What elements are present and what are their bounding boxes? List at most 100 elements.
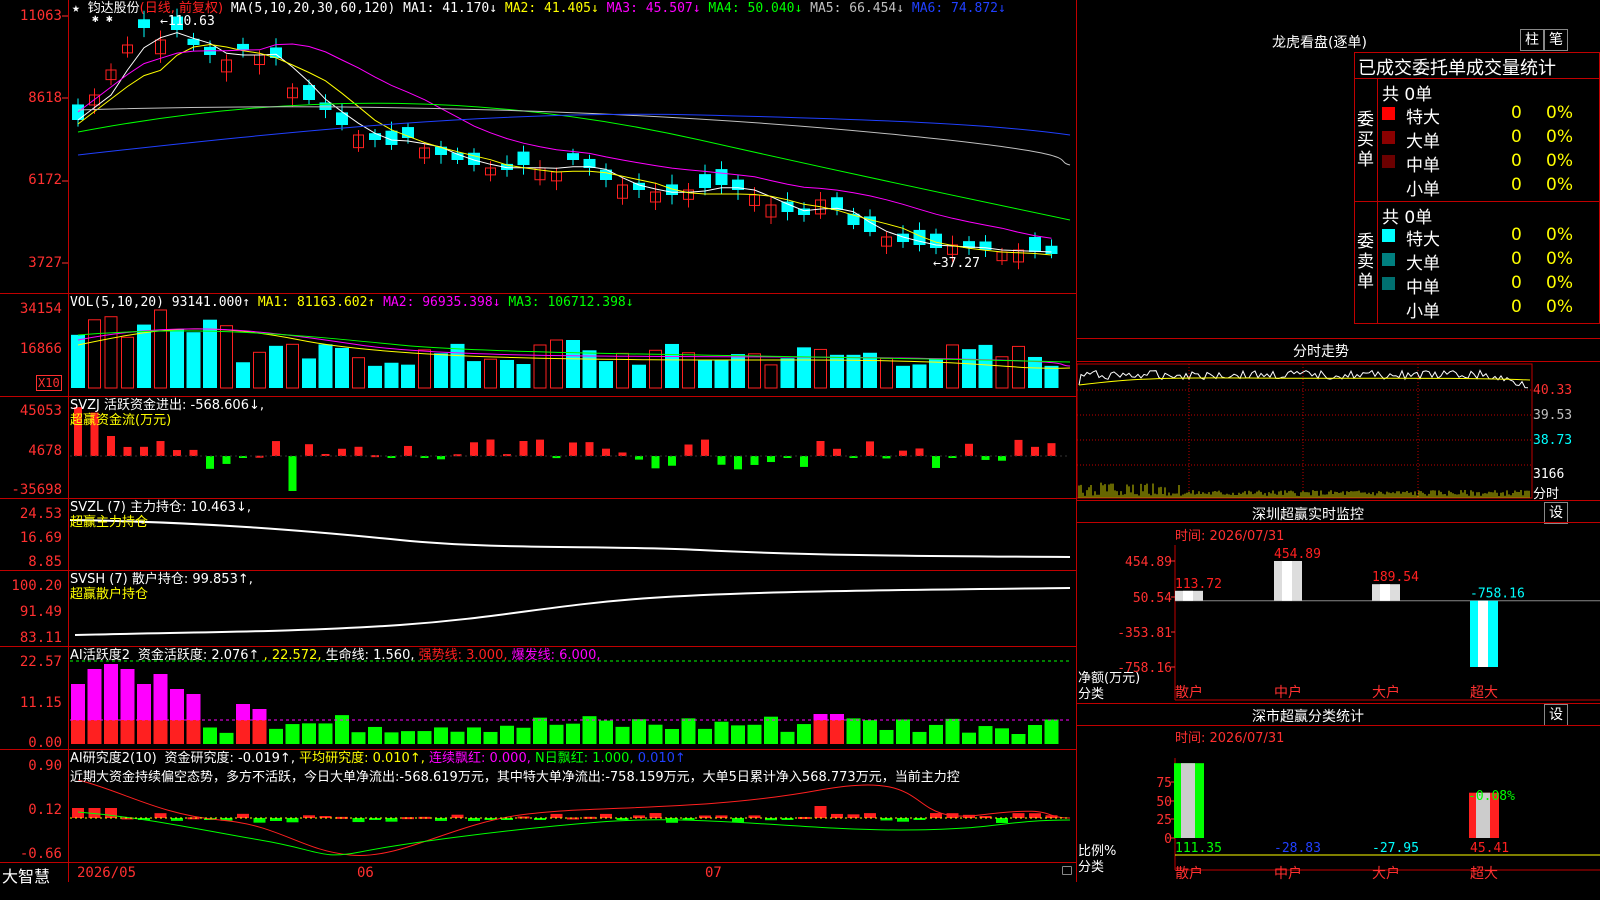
research-bar: [1029, 813, 1041, 818]
flow-bar: [288, 456, 297, 491]
lhb-row-pct: 0%: [1546, 151, 1573, 171]
activity-bar: [269, 728, 283, 744]
sz-class-date: 时间: 2026/07/31: [1175, 731, 1285, 746]
sz-class-category: 中户: [1274, 865, 1302, 882]
vol-bar-down: [978, 344, 993, 388]
sz-monitor-bar: [1372, 584, 1400, 601]
candle-down: [699, 174, 711, 188]
activity-bar-red: [153, 720, 168, 744]
flow-bar: [866, 441, 874, 456]
lhb-color-swatch: [1382, 179, 1395, 192]
activity-bar: [731, 725, 745, 744]
sz-monitor-category: 大户: [1372, 684, 1400, 701]
activity-bar: [1044, 719, 1059, 744]
activity-bar: [203, 727, 217, 744]
sz-monitor-bar-shine: [1183, 590, 1193, 601]
sz-class-top-label: -0.08%: [1468, 789, 1515, 804]
lhb-row-label: 中单: [1406, 156, 1440, 176]
brand-label[interactable]: 大智慧: [2, 863, 50, 887]
sz-class-settings-button[interactable]: 设: [1544, 704, 1568, 726]
lhb-header: 已成交委托单成交量统计: [1358, 58, 1556, 79]
fenshi-price-label: 39.53: [1533, 408, 1573, 423]
flow-bar: [486, 439, 495, 456]
activity-bar-red: [186, 720, 201, 744]
activity-bar-red: [830, 720, 844, 744]
research-bar: [385, 818, 398, 822]
flow-bar: [668, 456, 676, 466]
lhb-tick-toggle[interactable]: 笔: [1544, 29, 1568, 51]
svsh-pane-title: SVSH (7) 散户持仓: 99.853↑, 超赢散户持仓: [70, 572, 253, 602]
sz-monitor-bar-shine: [1380, 584, 1390, 601]
vol-bar-up: [418, 349, 431, 389]
ma-values: MA1: 41.170↓ MA2: 41.405↓ MA3: 45.507↓ M…: [403, 1, 1006, 16]
vol-bar-up: [253, 351, 266, 389]
vol-bar-down: [714, 359, 729, 388]
vol-bar-up: [550, 339, 563, 389]
research-bar: [847, 814, 860, 818]
flow-bar: [470, 442, 478, 456]
flow-bar: [767, 456, 775, 463]
y-label: 3727: [28, 255, 62, 271]
flow-bar: [833, 448, 841, 456]
candle-down: [303, 85, 315, 100]
sz-monitor-bar: [1470, 600, 1498, 667]
sz-class-bar-shine: [1476, 792, 1490, 838]
activity-bar: [417, 731, 432, 744]
activity-bar: [335, 715, 349, 744]
lhb-row-pct: 0%: [1546, 249, 1573, 269]
sz-class-value-label: -28.83: [1274, 841, 1321, 856]
kline-chart[interactable]: ✱ ✱: [0, 0, 1077, 882]
flow-bar: [107, 436, 115, 456]
flow-bar: [965, 443, 973, 456]
flow-bar: [602, 448, 610, 456]
research-bar: [814, 806, 827, 818]
sz-monitor-value-label: 454.89: [1274, 547, 1321, 562]
flow-bar: [981, 456, 990, 460]
vol-bar-up: [121, 336, 134, 389]
y-label: 6172: [28, 172, 62, 188]
y-label: 16866: [19, 341, 62, 357]
research-bar: [798, 816, 810, 819]
y-label: 100.20: [11, 578, 62, 594]
lhb-row-vol: 0: [1511, 273, 1522, 293]
favorite-star-icon[interactable]: ★: [72, 1, 80, 16]
flow-bar: [569, 442, 577, 456]
vol-bar-up: [764, 364, 778, 389]
research-bar: [897, 818, 909, 822]
vol-bar-down: [137, 324, 151, 388]
research-bar: [633, 815, 645, 818]
flow-bar: [701, 439, 709, 456]
activity-bar: [500, 725, 514, 744]
activity-bar-red: [813, 720, 828, 744]
vol-bar-down: [170, 329, 184, 388]
flow-bar: [1047, 443, 1056, 456]
activity-bar: [879, 729, 894, 744]
y-label: 11063: [19, 8, 62, 24]
flow-bar: [899, 450, 907, 456]
ma-value-2: MA2: 41.405↓: [504, 1, 607, 16]
lhb-bar-toggle[interactable]: 柱: [1520, 29, 1544, 51]
vol-bar-up: [220, 325, 233, 389]
sz-class-title: 深市超赢分类统计: [1252, 709, 1364, 725]
sz-monitor-value-label: 113.72: [1175, 577, 1222, 592]
sz-class-value-label: 45.41: [1470, 841, 1509, 856]
activity-bar: [384, 732, 399, 744]
lhb-color-swatch: [1382, 253, 1395, 266]
activity-bar: [615, 726, 630, 744]
lock-icon[interactable]: [1062, 866, 1072, 875]
flow-bar: [684, 444, 693, 456]
high-note: ←110.63: [160, 14, 215, 29]
lhb-row-pct: 0%: [1546, 273, 1573, 293]
sz-monitor-value-label: 189.54: [1372, 570, 1419, 585]
vol-bar-down: [467, 361, 481, 388]
candle-down: [237, 43, 249, 50]
lhb-row-label: 中单: [1406, 278, 1440, 298]
sz-monitor-settings-button[interactable]: 设: [1544, 502, 1568, 524]
flow-bar: [1014, 439, 1023, 456]
activity-bar: [945, 718, 960, 744]
candle-down: [567, 153, 579, 160]
vol-bar-up: [104, 316, 118, 389]
flow-bar: [998, 456, 1006, 461]
y-label: -35698: [11, 482, 62, 498]
activity-bar: [698, 728, 712, 744]
